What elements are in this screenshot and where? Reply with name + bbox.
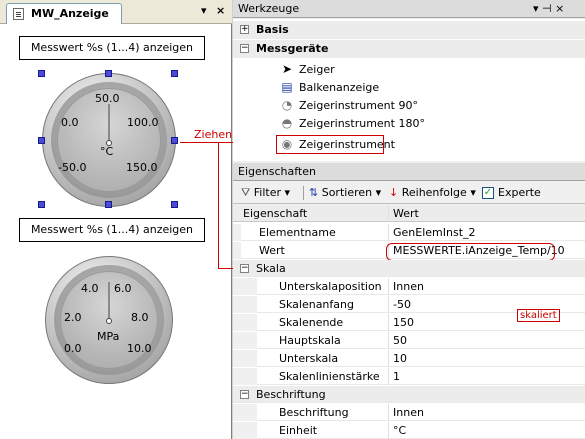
properties-title: Eigenschaften (238, 165, 316, 178)
sort-icon: ⇅ (309, 186, 319, 199)
property-row[interactable]: Einheit °C (233, 422, 585, 439)
property-row[interactable]: Unterskalaposition Innen (233, 278, 585, 295)
gauge-unit: °C (100, 145, 114, 158)
column-header-value[interactable]: Wert (393, 207, 419, 220)
label-element-2[interactable]: Messwert %s (1...4) anzeigen (19, 218, 205, 242)
order-button[interactable]: ↓ Reihenfolge ▾ (389, 186, 476, 199)
collapse-icon[interactable]: − (240, 44, 249, 53)
editor-tab-strip: MW_Anzeige ▾ × (0, 0, 232, 24)
gauge-face: 4.0 6.0 2.0 8.0 0.0 10.0 MPa (60, 271, 158, 369)
toolbox-title-bar: Werkzeuge ▾ ⊣ × (233, 0, 585, 18)
pane-controls-icon[interactable]: ▾ ⊣ × (533, 3, 564, 15)
gauge-pressure[interactable]: 4.0 6.0 2.0 8.0 0.0 10.0 MPa (45, 256, 173, 384)
gauge-bezel: 50.0 0.0 100.0 -50.0 150.0 °C (51, 82, 167, 198)
drag-source-highlight (276, 135, 384, 154)
gauge-bezel: 4.0 6.0 2.0 8.0 0.0 10.0 MPa (54, 265, 164, 375)
gauge-tick-label: 4.0 (81, 282, 99, 295)
expert-checkbox[interactable]: ✓ (482, 187, 494, 199)
group-label: Messgeräte (256, 42, 329, 55)
gauge-180-icon: ◓ (281, 116, 293, 130)
visualization-icon (13, 8, 24, 20)
grid-header: Eigenschaft Wert (233, 205, 585, 222)
expand-icon[interactable]: + (240, 25, 249, 34)
value-link-line (218, 142, 219, 268)
gauge-tick-label: 100.0 (127, 116, 159, 129)
bar-gauge-icon: ▤ (281, 80, 293, 94)
gauge-tick-label: 8.0 (131, 311, 149, 324)
column-header-name[interactable]: Eigenschaft (243, 207, 307, 220)
sort-button[interactable]: ⇅ Sortieren ▾ (309, 186, 381, 199)
resize-handle[interactable] (105, 201, 112, 208)
collapse-icon[interactable]: − (240, 390, 249, 399)
category-beschriftung[interactable]: − Beschriftung (233, 386, 585, 403)
property-row[interactable]: Elementname GenElemInst_2 (233, 224, 585, 241)
gauge-tick-label: 2.0 (64, 311, 82, 324)
gauge-tick-label: -50.0 (58, 161, 87, 174)
pointer-icon: ➤ (281, 62, 293, 76)
filter-icon: ⛛ (241, 186, 251, 199)
resize-handle[interactable] (38, 201, 45, 208)
editor-pane: MW_Anzeige ▾ × Messwert %s (1...4) anzei… (0, 0, 232, 439)
expert-label: Experte (498, 186, 541, 199)
gauge-tick-label: 0.0 (61, 116, 79, 129)
property-row[interactable]: Skalenlinienstärke 1 (233, 368, 585, 385)
resize-handle[interactable] (38, 70, 45, 77)
category-skala[interactable]: − Skala (233, 260, 585, 277)
scaled-annotation: skaliert (517, 309, 560, 322)
tab-close-icon[interactable]: × (216, 5, 225, 17)
collapse-icon[interactable]: − (240, 264, 249, 273)
property-grid: Eigenschaft Wert Elementname GenElemInst… (233, 205, 585, 439)
toolbox-panel: + Basis − Messgeräte ➤ Zeiger ▤ Balkenan… (233, 19, 585, 161)
gauge-hub (106, 318, 112, 324)
group-messgeraete[interactable]: − Messgeräte (233, 40, 585, 58)
resize-handle[interactable] (171, 201, 178, 208)
property-row[interactable]: Beschriftung Innen (233, 404, 585, 421)
properties-title-bar: Eigenschaften (233, 163, 585, 181)
property-row[interactable]: Unterskala 10 (233, 350, 585, 367)
gauge-needle (108, 104, 110, 144)
resize-handle[interactable] (38, 137, 45, 144)
tab-label: MW_Anzeige (31, 7, 109, 20)
tab-menu-icon[interactable]: ▾ (201, 5, 207, 17)
chevron-down-icon: ▾ (284, 186, 291, 199)
toolbar-separator (303, 186, 304, 200)
resize-handle[interactable] (105, 70, 112, 77)
gauge-tick-label: 0.0 (64, 342, 82, 355)
gauge-tick-label: 150.0 (126, 161, 158, 174)
value-highlight (386, 243, 555, 261)
chevron-down-icon: ▾ (375, 186, 382, 199)
gauge-tick-label: 10.0 (127, 342, 152, 355)
gauge-tick-label: 6.0 (114, 282, 132, 295)
label-element-1[interactable]: Messwert %s (1...4) anzeigen (19, 36, 205, 60)
resize-handle[interactable] (171, 70, 178, 77)
properties-panel: Eigenschaften ⛛ Filter ▾ ⇅ Sortieren ▾ ↓… (233, 163, 585, 439)
properties-toolbar: ⛛ Filter ▾ ⇅ Sortieren ▾ ↓ Reihenfolge ▾… (233, 182, 585, 204)
resize-handle[interactable] (171, 137, 178, 144)
gauge-needle (108, 282, 110, 322)
drag-annotation: Ziehen (194, 128, 233, 141)
gauge-90-icon: ◔ (281, 98, 293, 112)
toolbox-title: Werkzeuge (238, 2, 300, 15)
chevron-down-icon: ▾ (470, 186, 476, 199)
gauge-unit: MPa (97, 330, 120, 343)
order-icon: ↓ (389, 186, 399, 199)
tab-mw-anzeige[interactable]: MW_Anzeige (6, 3, 122, 24)
group-label: Basis (256, 23, 289, 36)
property-row[interactable]: Hauptskala 50 (233, 332, 585, 349)
column-divider[interactable] (388, 205, 389, 222)
group-basis[interactable]: + Basis (233, 21, 585, 39)
filter-button[interactable]: ⛛ Filter ▾ (241, 186, 290, 200)
gauge-temperature[interactable]: 50.0 0.0 100.0 -50.0 150.0 °C (42, 73, 176, 207)
tool-panes: Werkzeuge ▾ ⊣ × + Basis − Messgeräte ➤ Z… (233, 0, 585, 439)
gauge-face: 50.0 0.0 100.0 -50.0 150.0 °C (57, 88, 161, 192)
gauge-hub (106, 140, 112, 146)
